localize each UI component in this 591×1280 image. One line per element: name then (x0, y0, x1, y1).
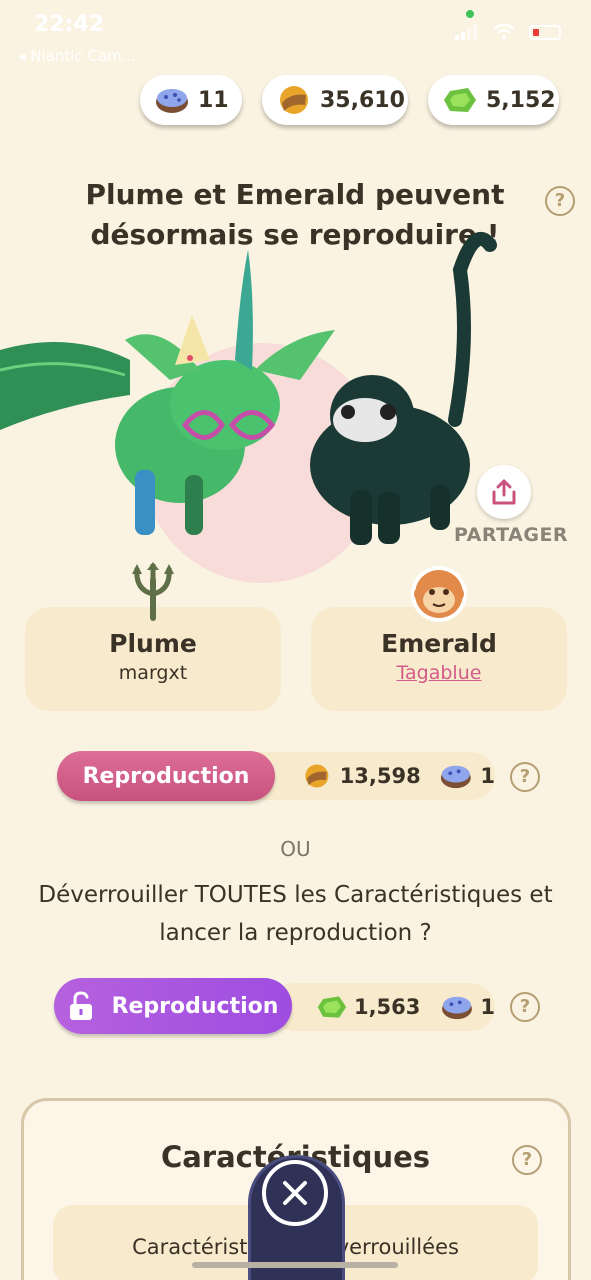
incubator-egg-icon (156, 89, 188, 113)
help-icon[interactable]: ? (512, 1145, 542, 1175)
or-divider: OU (280, 837, 311, 861)
egg-cost: 1 (480, 764, 495, 788)
gem-count: 5,152 (486, 87, 556, 113)
parent-name: Plume (109, 629, 197, 658)
share-icon (492, 479, 516, 505)
breed-button[interactable]: Reproduction (57, 751, 275, 801)
home-indicator[interactable] (192, 1262, 398, 1268)
unlock-breed-button[interactable]: Reproduction (54, 978, 292, 1034)
incubator-egg-icon (440, 765, 471, 789)
parent-name: Emerald (381, 629, 497, 658)
coin-icon (305, 764, 329, 788)
help-icon[interactable]: ? (510, 762, 540, 792)
unlock-question: Déverrouiller TOUTES les Caractéristique… (38, 882, 553, 946)
coin-count: 35,610 (320, 87, 405, 113)
close-icon (283, 1181, 307, 1205)
parent-owner: margxt (118, 662, 188, 684)
emerald-gem-icon (444, 88, 476, 112)
help-icon[interactable]: ? (545, 186, 575, 216)
unlock-breed-cost: 1,563 1 (270, 983, 495, 1031)
privacy-indicator (466, 10, 474, 18)
breed-button-label: Reproduction (82, 763, 250, 789)
status-time: 22:42 (34, 12, 105, 37)
monkey-icon (411, 566, 467, 622)
coin-cost: 13,598 (339, 764, 421, 788)
coin-icon (280, 86, 308, 114)
wifi-icon (493, 24, 515, 40)
unlock-breed-label: Reproduction (111, 993, 279, 1019)
help-icon[interactable]: ? (510, 992, 540, 1022)
share-label[interactable]: PARTAGER (454, 524, 568, 546)
unlock-icon (69, 991, 92, 1020)
incubator-counter[interactable]: 11 (140, 75, 242, 125)
coin-counter[interactable]: 35,610 (262, 75, 408, 125)
gem-cost: 1,563 (353, 995, 421, 1019)
status-icons (455, 24, 561, 40)
back-to-app-link[interactable]: ◂ Niantic Cam... (18, 47, 136, 65)
trident-icon (132, 562, 174, 621)
signal-icon (455, 24, 477, 40)
close-button[interactable] (262, 1160, 328, 1226)
share-button[interactable] (477, 465, 531, 519)
incubator-egg-icon (442, 996, 473, 1020)
egg-cost: 1 (480, 995, 495, 1019)
parent-owner-link[interactable]: Tagablue (311, 662, 567, 684)
emerald-gem-icon (317, 996, 347, 1018)
gem-counter[interactable]: 5,152 (428, 75, 559, 125)
battery-icon (529, 24, 561, 40)
incubator-count: 11 (198, 87, 229, 113)
